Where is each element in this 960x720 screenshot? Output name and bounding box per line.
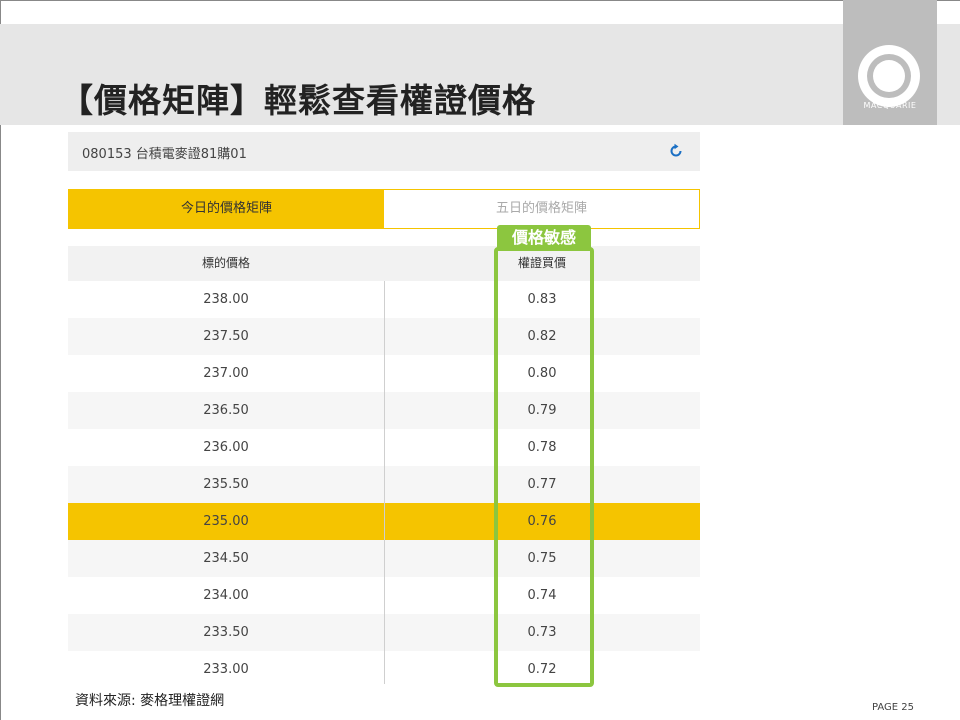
macquarie-logo: MACQUARIE [843, 0, 937, 125]
column-divider [384, 281, 385, 684]
source-note: 資料來源: 麥格理權證網 [75, 693, 225, 709]
refresh-icon[interactable] [668, 143, 684, 159]
underlying-price-cell: 237.50 [203, 329, 249, 344]
warrant-selector[interactable]: 080153 台積電麥證81購01 [68, 132, 700, 171]
underlying-price-cell: 236.00 [203, 440, 249, 455]
tab-five-day-matrix[interactable]: 五日的價格矩陣 [384, 190, 699, 228]
logo-text: MACQUARIE [863, 101, 917, 110]
page-title: 【價格矩陣】輕鬆查看權證價格 [60, 81, 536, 120]
top-border [0, 0, 960, 1]
page-number: PAGE 25 [872, 702, 915, 713]
tab-today-matrix[interactable]: 今日的價格矩陣 [69, 190, 384, 228]
underlying-price-cell: 234.00 [203, 588, 249, 603]
warrant-name: 080153 台積電麥證81購01 [82, 147, 247, 162]
slide: 【價格矩陣】輕鬆查看權證價格 MACQUARIE 080153 台積電麥證81購… [0, 0, 960, 720]
underlying-price-cell: 234.50 [203, 551, 249, 566]
logo-ring-icon [858, 45, 920, 107]
table-header: 標的價格 權證買價 [68, 246, 700, 281]
underlying-price-cell: 235.00 [203, 514, 249, 529]
underlying-price-cell: 238.00 [203, 292, 249, 307]
underlying-price-cell: 236.50 [203, 403, 249, 418]
matrix-tabs: 今日的價格矩陣 五日的價格矩陣 [68, 189, 700, 229]
price-sensitivity-label: 價格敏感 [497, 225, 591, 251]
price-sensitivity-highlight [494, 247, 594, 687]
underlying-price-cell: 235.50 [203, 477, 249, 492]
underlying-price-cell: 233.50 [203, 625, 249, 640]
header-underlying-price: 標的價格 [201, 256, 250, 270]
underlying-price-cell: 233.00 [203, 662, 249, 677]
underlying-price-cell: 237.00 [203, 366, 249, 381]
